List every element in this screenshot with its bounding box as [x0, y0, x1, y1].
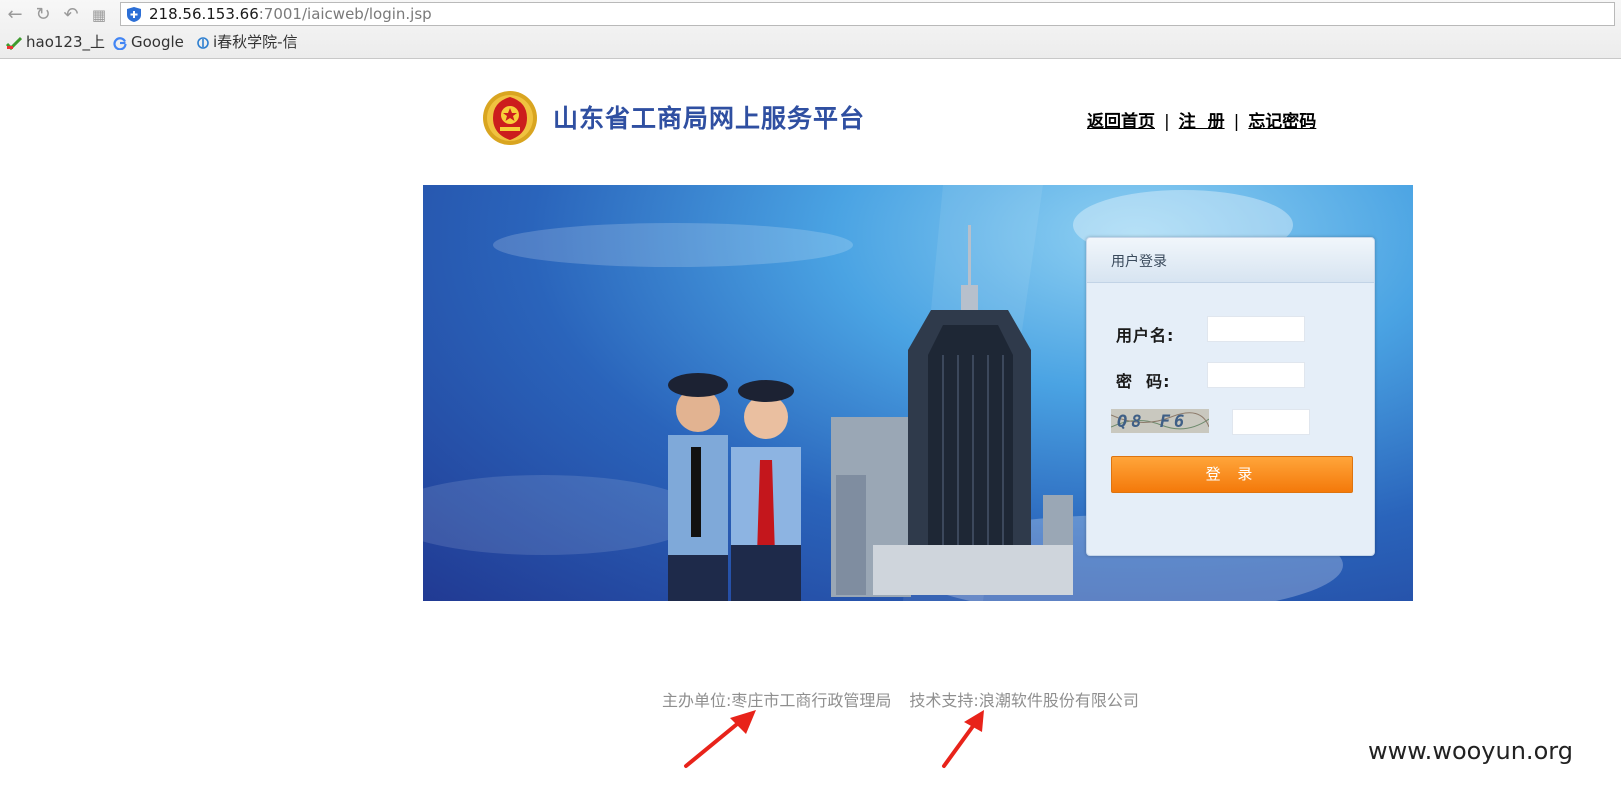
watermark: www.wooyun.org [1368, 737, 1573, 765]
bookmark-hao123[interactable]: hao123_上 [6, 31, 105, 53]
bookmark-label: hao123_上 [26, 33, 106, 51]
captcha-text: Q8 F6 [1117, 412, 1188, 432]
ichunqiu-icon [197, 36, 209, 49]
support-value: 浪潮软件股份有限公司 [978, 691, 1139, 710]
hao123-icon [6, 36, 22, 50]
bookmark-label: Google [131, 33, 184, 51]
top-nav: 返回首页 | 注 册 | 忘记密码 [1087, 109, 1316, 135]
red-arrow-icon [942, 710, 984, 768]
captcha-image[interactable]: Q8 F6 [1110, 409, 1210, 433]
bookmark-ichunqiu[interactable]: i春秋学院-信 [197, 31, 298, 53]
shield-icon [127, 7, 141, 22]
captcha-graphic: Q8 F6 [1110, 409, 1210, 433]
separator: | [1164, 112, 1170, 132]
google-icon [113, 36, 127, 50]
browser-toolbar: ← ↻ ↶ ▦ 218.56.153.66:7001/iaicweb/login… [0, 0, 1621, 59]
undo-icon[interactable]: ↶ [60, 4, 82, 26]
grid-icon[interactable]: ▦ [88, 4, 110, 26]
login-panel-title: 用户登录 [1087, 238, 1374, 283]
username-input[interactable] [1207, 316, 1305, 342]
login-button[interactable]: 登 录 [1111, 456, 1353, 493]
address-bar[interactable]: 218.56.153.66:7001/iaicweb/login.jsp [120, 2, 1615, 26]
url-path: :7001/iaicweb/login.jsp [258, 5, 432, 23]
captcha-input[interactable] [1232, 409, 1310, 435]
login-panel: 用户登录 用户名: 密 码: Q8 F6 登 录 [1086, 237, 1375, 556]
password-label: 密 码: [1116, 372, 1171, 391]
site-title: 山东省工商局网上服务平台 [553, 104, 866, 133]
bookmark-label: i春秋学院-信 [213, 33, 298, 51]
bookmark-google[interactable]: Google [113, 31, 184, 53]
back-icon[interactable]: ← [4, 4, 26, 26]
emblem-icon [483, 91, 537, 145]
red-arrow-icon [684, 710, 756, 768]
refresh-icon[interactable]: ↻ [32, 4, 54, 26]
password-input[interactable] [1207, 362, 1305, 388]
username-label: 用户名: [1116, 326, 1175, 345]
home-link[interactable]: 返回首页 [1087, 112, 1155, 132]
hero-banner: 用户登录 用户名: 密 码: Q8 F6 登 录 [423, 185, 1413, 601]
separator: | [1233, 112, 1240, 132]
url-text[interactable]: 218.56.153.66:7001/iaicweb/login.jsp [149, 5, 432, 23]
register-link[interactable]: 注 册 [1179, 112, 1225, 132]
forgot-password-link[interactable]: 忘记密码 [1248, 112, 1316, 132]
url-host: 218.56.153.66 [149, 5, 259, 23]
